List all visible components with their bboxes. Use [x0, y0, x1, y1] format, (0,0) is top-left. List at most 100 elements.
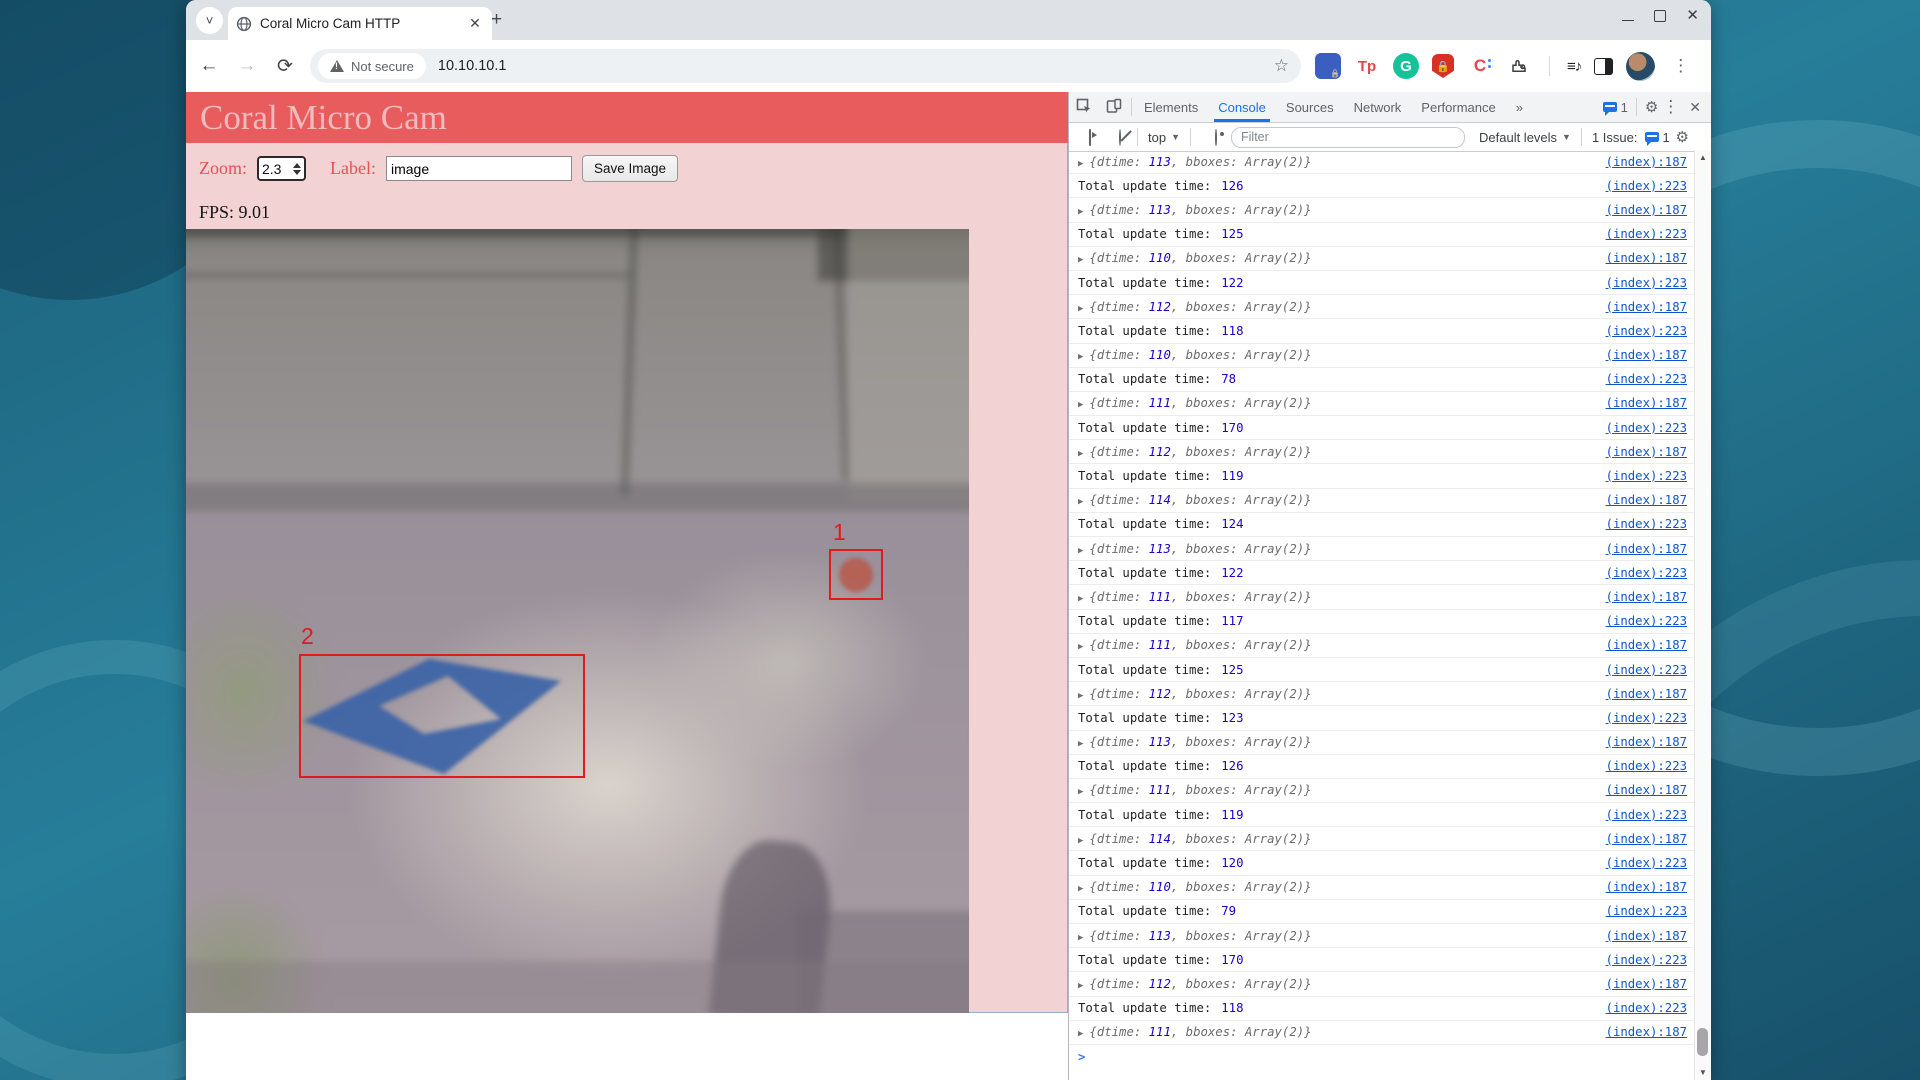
source-link[interactable]: (index):223	[1606, 372, 1687, 386]
console-filter-input[interactable]	[1231, 127, 1465, 148]
source-link[interactable]: (index):223	[1606, 904, 1687, 918]
source-link[interactable]: (index):187	[1606, 1025, 1687, 1039]
devtools-menu-icon[interactable]: ⋮	[1662, 97, 1679, 117]
security-chip[interactable]: Not secure	[318, 53, 426, 79]
expand-triangle-icon[interactable]: ▶	[1078, 787, 1083, 797]
tab-network[interactable]: Network	[1344, 92, 1412, 122]
object-preview[interactable]: {dtime: 113, bboxes: Array(2)}	[1089, 155, 1311, 169]
scroll-down-icon[interactable]: ▼	[1695, 1068, 1711, 1077]
source-link[interactable]: (index):187	[1606, 300, 1687, 314]
source-link[interactable]: (index):223	[1606, 711, 1687, 725]
expand-triangle-icon[interactable]: ▶	[1078, 497, 1083, 507]
expand-triangle-icon[interactable]: ▶	[1078, 884, 1083, 894]
tab-sources[interactable]: Sources	[1276, 92, 1344, 122]
source-link[interactable]: (index):223	[1606, 1001, 1687, 1015]
bookmark-star-icon[interactable]: ☆	[1274, 56, 1289, 76]
expand-triangle-icon[interactable]: ▶	[1078, 546, 1083, 556]
source-link[interactable]: (index):187	[1606, 880, 1687, 894]
more-tabs-icon[interactable]: »	[1506, 92, 1533, 122]
source-link[interactable]: (index):187	[1606, 155, 1687, 169]
source-link[interactable]: (index):223	[1606, 663, 1687, 677]
object-preview[interactable]: {dtime: 113, bboxes: Array(2)}	[1089, 929, 1311, 943]
source-link[interactable]: (index):187	[1606, 783, 1687, 797]
scrollbar-thumb[interactable]	[1697, 1028, 1708, 1056]
object-preview[interactable]: {dtime: 113, bboxes: Array(2)}	[1089, 735, 1311, 749]
object-preview[interactable]: {dtime: 111, bboxes: Array(2)}	[1089, 590, 1311, 604]
maximize-button[interactable]	[1654, 10, 1666, 22]
extension-blue-lock-icon[interactable]	[1315, 53, 1341, 79]
extension-tp-icon[interactable]: Tp	[1354, 53, 1380, 79]
save-image-button[interactable]: Save Image	[582, 155, 678, 182]
source-link[interactable]: (index):187	[1606, 203, 1687, 217]
expand-triangle-icon[interactable]: ▶	[1078, 691, 1083, 701]
extensions-puzzle-icon[interactable]	[1506, 53, 1532, 79]
browser-tab[interactable]: Coral Micro Cam HTTP ✕	[228, 7, 492, 40]
console-sidebar-icon[interactable]	[1075, 130, 1105, 145]
object-preview[interactable]: {dtime: 113, bboxes: Array(2)}	[1089, 203, 1311, 217]
object-preview[interactable]: {dtime: 111, bboxes: Array(2)}	[1089, 783, 1311, 797]
expand-triangle-icon[interactable]: ▶	[1078, 207, 1083, 217]
expand-triangle-icon[interactable]: ▶	[1078, 159, 1083, 169]
forward-button[interactable]: →	[228, 55, 266, 77]
source-link[interactable]: (index):187	[1606, 493, 1687, 507]
expand-triangle-icon[interactable]: ▶	[1078, 449, 1083, 459]
tab-elements[interactable]: Elements	[1134, 92, 1208, 122]
url-bar[interactable]: Not secure 10.10.10.1 ☆	[310, 49, 1301, 83]
stepper-arrows-icon[interactable]	[293, 163, 301, 175]
minimize-button[interactable]	[1622, 20, 1634, 21]
live-expression-eye-icon[interactable]	[1201, 130, 1231, 145]
source-link[interactable]: (index):223	[1606, 614, 1687, 628]
expand-triangle-icon[interactable]: ▶	[1078, 400, 1083, 410]
source-link[interactable]: (index):223	[1606, 469, 1687, 483]
object-preview[interactable]: {dtime: 111, bboxes: Array(2)}	[1089, 638, 1311, 652]
source-link[interactable]: (index):187	[1606, 445, 1687, 459]
issues-bubble-icon[interactable]	[1645, 132, 1659, 142]
extension-grammarly-icon[interactable]: G	[1393, 53, 1419, 79]
source-link[interactable]: (index):187	[1606, 687, 1687, 701]
source-link[interactable]: (index):187	[1606, 348, 1687, 362]
tab-console[interactable]: Console	[1208, 92, 1276, 122]
tab-close-icon[interactable]: ✕	[466, 15, 484, 32]
side-panel-icon[interactable]	[1594, 58, 1613, 75]
tab-search-button[interactable]: ˅	[196, 7, 223, 34]
reload-button[interactable]: ⟳	[266, 55, 304, 78]
console-prompt[interactable]: >	[1069, 1045, 1694, 1069]
inspect-element-icon[interactable]	[1069, 98, 1099, 117]
url-text[interactable]: 10.10.10.1	[438, 58, 1274, 74]
source-link[interactable]: (index):223	[1606, 856, 1687, 870]
log-levels-selector[interactable]: Default levels	[1479, 130, 1557, 145]
source-link[interactable]: (index):223	[1606, 276, 1687, 290]
object-preview[interactable]: {dtime: 110, bboxes: Array(2)}	[1089, 251, 1311, 265]
source-link[interactable]: (index):223	[1606, 759, 1687, 773]
object-preview[interactable]: {dtime: 111, bboxes: Array(2)}	[1089, 396, 1311, 410]
media-controls-icon[interactable]: ≡♪	[1567, 58, 1581, 75]
source-link[interactable]: (index):187	[1606, 638, 1687, 652]
object-preview[interactable]: {dtime: 112, bboxes: Array(2)}	[1089, 977, 1311, 991]
source-link[interactable]: (index):223	[1606, 566, 1687, 580]
object-preview[interactable]: {dtime: 111, bboxes: Array(2)}	[1089, 1025, 1311, 1039]
source-link[interactable]: (index):223	[1606, 227, 1687, 241]
new-tab-button[interactable]: +	[491, 9, 502, 31]
source-link[interactable]: (index):187	[1606, 977, 1687, 991]
object-preview[interactable]: {dtime: 110, bboxes: Array(2)}	[1089, 348, 1311, 362]
object-preview[interactable]: {dtime: 114, bboxes: Array(2)}	[1089, 832, 1311, 846]
source-link[interactable]: (index):187	[1606, 832, 1687, 846]
devtools-settings-icon[interactable]: ⚙	[1645, 98, 1658, 116]
object-preview[interactable]: {dtime: 113, bboxes: Array(2)}	[1089, 542, 1311, 556]
source-link[interactable]: (index):187	[1606, 735, 1687, 749]
extension-shield-lock-icon[interactable]: 🔒	[1432, 54, 1454, 78]
browser-menu-icon[interactable]: ⋮	[1672, 56, 1689, 76]
source-link[interactable]: (index):223	[1606, 953, 1687, 967]
source-link[interactable]: (index):223	[1606, 808, 1687, 822]
issues-label[interactable]: 1 Issue:	[1592, 130, 1638, 145]
source-link[interactable]: (index):223	[1606, 517, 1687, 531]
context-selector[interactable]: top	[1148, 130, 1166, 145]
expand-triangle-icon[interactable]: ▶	[1078, 352, 1083, 362]
object-preview[interactable]: {dtime: 112, bboxes: Array(2)}	[1089, 300, 1311, 314]
devtools-scrollbar[interactable]: ▲ ▼	[1694, 150, 1711, 1080]
source-link[interactable]: (index):187	[1606, 396, 1687, 410]
expand-triangle-icon[interactable]: ▶	[1078, 933, 1083, 943]
devtools-close-icon[interactable]: ✕	[1689, 99, 1701, 116]
label-input[interactable]	[386, 156, 572, 181]
console-messages-icon[interactable]	[1603, 102, 1617, 112]
